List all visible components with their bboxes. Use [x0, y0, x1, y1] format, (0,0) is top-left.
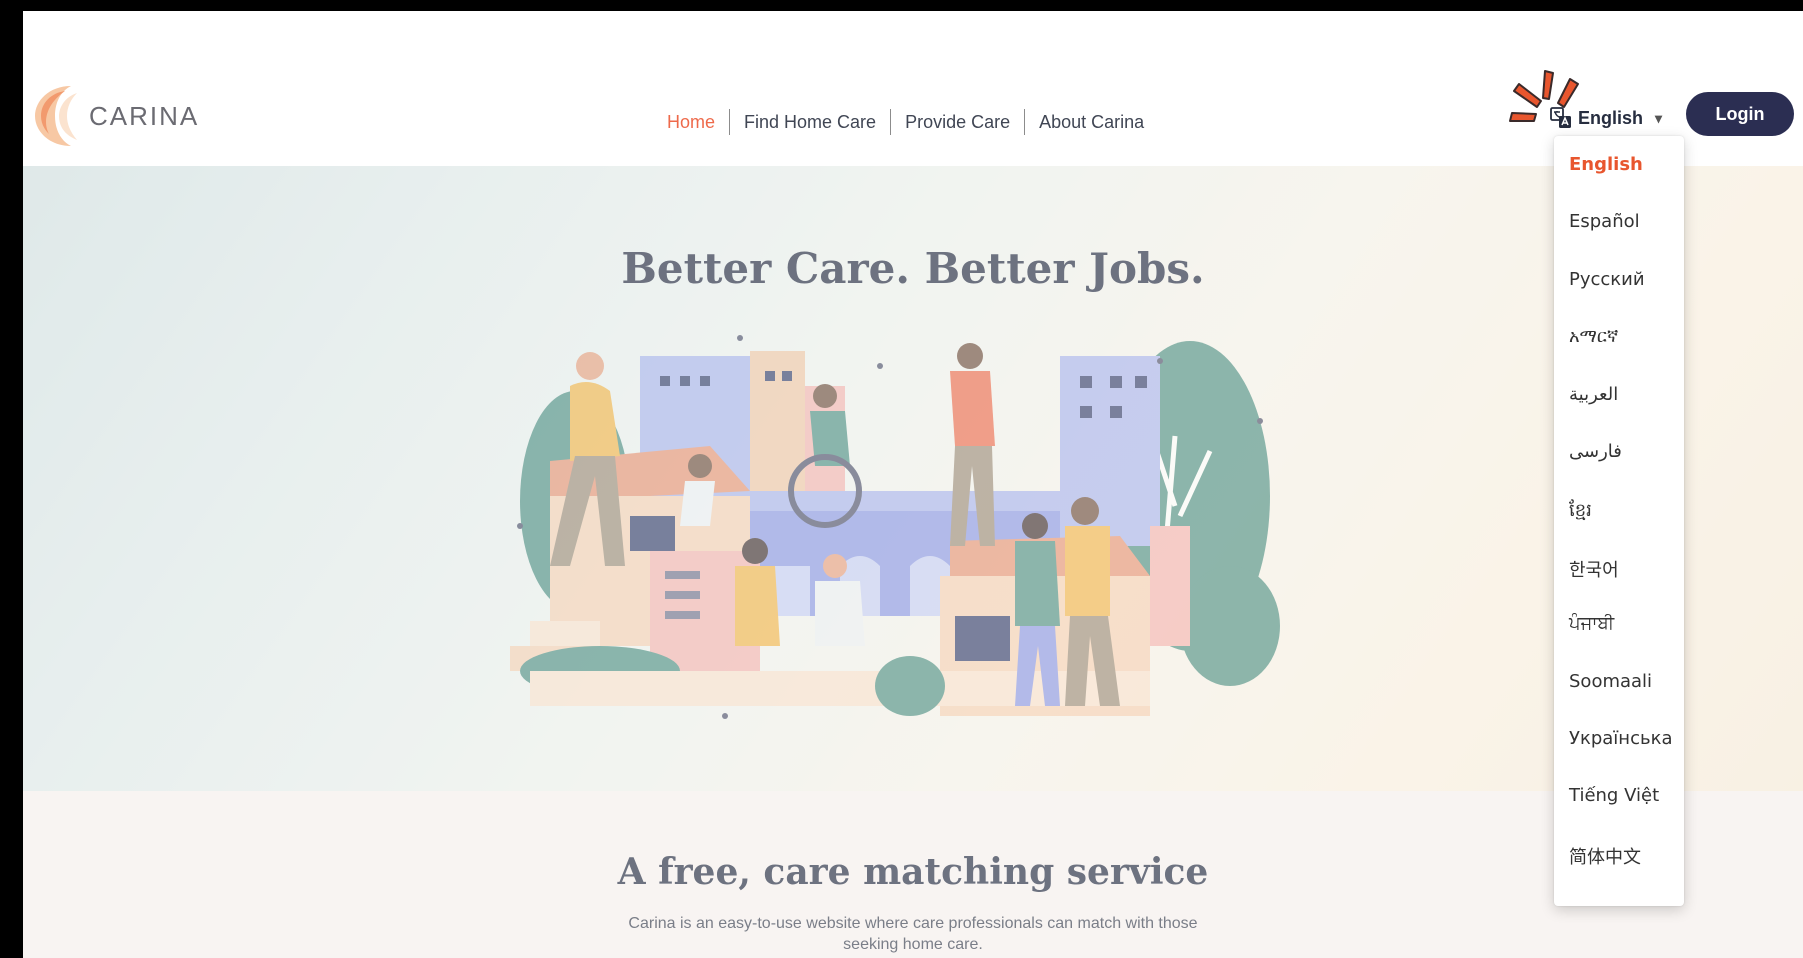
- language-option-punjabi[interactable]: ਪੰਜਾਬੀ: [1554, 613, 1684, 670]
- language-toggle[interactable]: English ▾: [1550, 107, 1662, 129]
- language-option-arabic[interactable]: العربية: [1554, 384, 1684, 441]
- site-header: CARINA Home Find Home Care Provide Care …: [23, 11, 1803, 166]
- hero-section: Better Care. Better Jobs.: [23, 166, 1803, 791]
- language-option-korean[interactable]: 한국어: [1554, 556, 1684, 613]
- language-option-vietnamese[interactable]: Tiếng Việt: [1554, 785, 1684, 842]
- language-dropdown-menu: English Español Русский አማርኛ العربية فار…: [1554, 136, 1684, 906]
- nav-find-home-care[interactable]: Find Home Care: [730, 112, 890, 133]
- nav-about-carina[interactable]: About Carina: [1025, 112, 1158, 133]
- language-option-ukrainian[interactable]: Українська: [1554, 728, 1684, 785]
- language-current: English: [1578, 107, 1644, 128]
- nav-home[interactable]: Home: [653, 112, 729, 133]
- browser-viewport: CARINA Home Find Home Care Provide Care …: [23, 11, 1803, 958]
- hero-title: Better Care. Better Jobs.: [621, 244, 1205, 293]
- carina-logo[interactable]: CARINA: [31, 81, 199, 151]
- language-option-english[interactable]: English: [1554, 154, 1684, 211]
- section-title: A free, care matching service: [617, 851, 1209, 893]
- translate-icon: [1550, 107, 1571, 128]
- matching-service-section: A free, care matching service Carina is …: [23, 791, 1803, 958]
- nav-provide-care[interactable]: Provide Care: [891, 112, 1024, 133]
- community-care-illustration: [510, 335, 1280, 719]
- main-nav: Home Find Home Care Provide Care About C…: [653, 109, 1158, 135]
- dropdown-arrow-icon: ▾: [1655, 109, 1663, 126]
- language-option-chinese[interactable]: 简体中文: [1554, 843, 1684, 900]
- language-option-somali[interactable]: Soomaali: [1554, 671, 1684, 728]
- section-description: Carina is an easy-to-use website where c…: [628, 915, 1198, 953]
- brand-name: CARINA: [89, 100, 200, 131]
- login-button[interactable]: Login: [1686, 92, 1794, 136]
- language-option-russian[interactable]: Русский: [1554, 269, 1684, 326]
- language-option-amharic[interactable]: አማርኛ: [1554, 326, 1684, 383]
- language-option-spanish[interactable]: Español: [1554, 211, 1684, 268]
- language-option-khmer[interactable]: ខ្មែរ: [1554, 498, 1684, 555]
- language-option-farsi[interactable]: فارسی: [1554, 441, 1684, 498]
- carina-logo-icon: [35, 86, 77, 146]
